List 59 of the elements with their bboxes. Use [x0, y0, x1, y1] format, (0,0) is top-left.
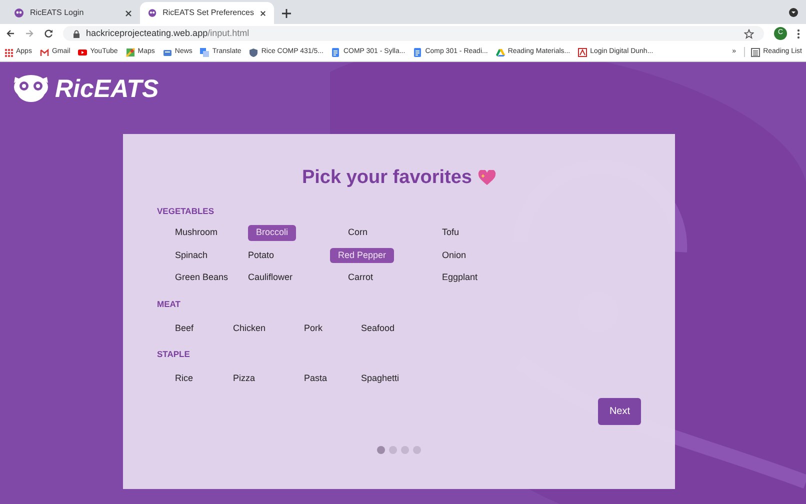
food-option[interactable]: Pizza [233, 370, 256, 386]
owl-mascot-icon [11, 73, 51, 105]
list-icon [751, 48, 760, 56]
map-icon [126, 48, 135, 56]
food-option[interactable]: Pasta [304, 370, 328, 386]
shield-icon [249, 48, 258, 56]
triangle-icon [496, 48, 505, 56]
card-title: Pick your favorites [302, 166, 472, 190]
food-option[interactable]: Carrot [348, 270, 374, 286]
food-option[interactable]: Broccoli [248, 225, 296, 241]
food-option[interactable]: Spinach [175, 248, 208, 264]
mascot-icon [14, 8, 24, 18]
food-option[interactable]: Eggplant [442, 270, 478, 286]
dropdown-icon[interactable] [789, 8, 798, 17]
food-option[interactable]: Potato [248, 248, 274, 264]
food-option[interactable]: Red Pepper [330, 248, 394, 264]
food-option[interactable]: Chicken [233, 320, 266, 336]
newspaper-icon [162, 48, 172, 56]
url-text: hackriceprojecteating.web.app/input.html [86, 26, 250, 40]
food-option[interactable]: Beef [175, 320, 194, 336]
food-option[interactable]: Pork [304, 320, 323, 336]
food-option[interactable]: Cauliflower [248, 270, 293, 286]
section-heading: STAPLE [157, 348, 191, 361]
lock-icon [73, 30, 80, 38]
food-option[interactable]: Green Beans [175, 270, 228, 286]
book-icon [578, 48, 588, 56]
reload-icon[interactable] [44, 29, 53, 38]
browser-tab[interactable]: RicEATS Login [6, 2, 140, 24]
food-option[interactable]: Onion [442, 248, 466, 264]
play-icon [78, 48, 88, 56]
food-option[interactable]: Seafood [361, 320, 395, 336]
section-heading: MEAT [157, 298, 182, 310]
logo-text: RicEATS [55, 76, 159, 102]
page-indicator-dot[interactable] [401, 446, 409, 454]
heart-icon [478, 170, 496, 186]
food-option[interactable]: Tofu [442, 225, 460, 241]
address-bar[interactable]: hackriceprojecteating.web.app/input.html [63, 26, 764, 41]
browser-tab[interactable]: RicEATS Set Preferences [140, 2, 274, 24]
mail-icon [40, 48, 49, 56]
food-option[interactable]: Rice [175, 370, 194, 386]
document-icon [331, 48, 340, 56]
next-button[interactable]: Next [598, 398, 641, 426]
new-tab-icon[interactable] [282, 9, 291, 18]
close-icon[interactable] [125, 10, 132, 16]
page-indicator-dot[interactable] [377, 446, 385, 454]
document-icon [413, 48, 422, 56]
translate-icon [200, 48, 210, 56]
food-option[interactable]: Mushroom [175, 225, 218, 241]
page-indicator-dot[interactable] [389, 446, 397, 454]
page-indicator-dot[interactable] [413, 446, 421, 454]
close-icon[interactable] [260, 10, 266, 16]
back-icon[interactable] [6, 29, 15, 38]
section-heading: VEGETABLES [157, 204, 215, 218]
more-icon[interactable] [797, 28, 800, 38]
food-option[interactable]: Spaghetti [361, 370, 400, 386]
food-option[interactable]: Corn [348, 225, 368, 241]
apps-grid-icon [4, 48, 13, 56]
mascot-icon [148, 8, 157, 18]
star-icon[interactable] [744, 28, 754, 38]
